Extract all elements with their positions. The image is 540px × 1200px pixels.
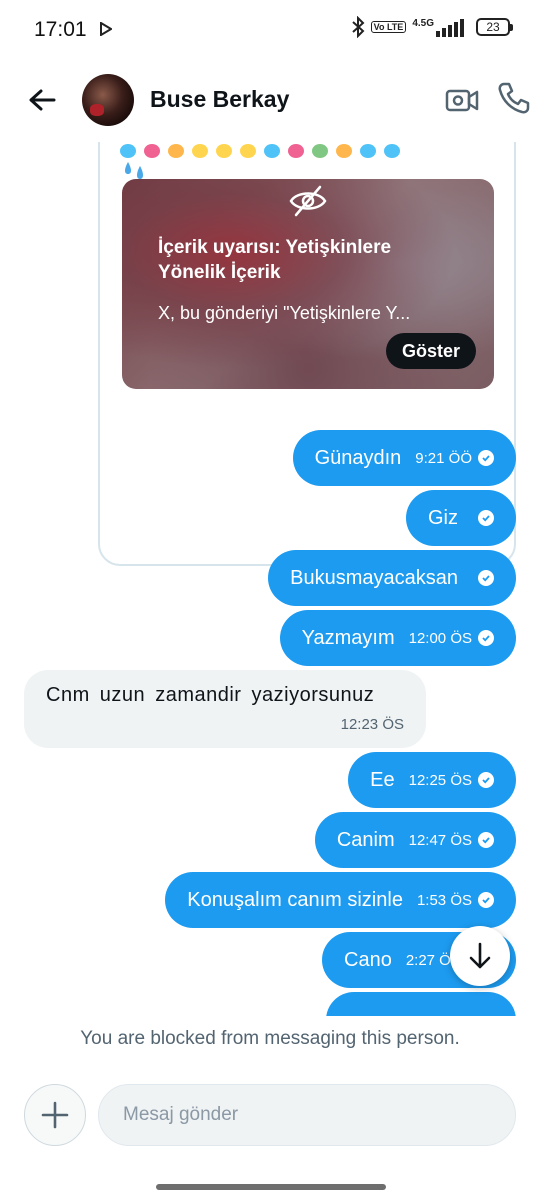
show-content-button[interactable]: Göster (385, 333, 476, 369)
add-attachment-button[interactable] (24, 1084, 86, 1146)
message-text: Canim (336, 828, 395, 851)
read-check-icon (478, 772, 494, 788)
status-icons: Vo LTE 4.5G 23 (351, 16, 513, 38)
plus-icon (41, 1101, 69, 1129)
message-text: Ee (370, 768, 395, 791)
message-time: 1:53 ÖS (416, 891, 472, 909)
message-bubble[interactable]: Canim 12:47 ÖS (314, 812, 516, 868)
volte-icon: Vo LTE (370, 21, 407, 33)
content-warning-description: X, bu gönderiyi "Yetişkinlere Y... (158, 303, 411, 323)
contact-name[interactable]: Buse Berkay (150, 86, 289, 113)
read-check-icon (478, 630, 494, 646)
message-time: 12:23 ÖS (340, 716, 404, 733)
message-text: Günaydın (314, 446, 402, 469)
message-time: 12:25 ÖS (408, 771, 472, 789)
message-time: 2:27 Ö (405, 951, 451, 969)
message-text: Cano (344, 948, 392, 971)
message-bubble[interactable]: Bukusmayacaksan (268, 550, 516, 606)
message-text: Giz (428, 506, 458, 529)
message-text: Konuşalım canım sizinle (187, 888, 403, 911)
message-list[interactable]: İçerik uyarısı: Yetişkinlere Yönelik İçe… (0, 142, 540, 1016)
status-time: 17:01 (34, 18, 87, 41)
message-composer (0, 1082, 540, 1146)
avatar[interactable] (82, 74, 134, 126)
message-time: 9:21 ÖÖ (415, 449, 472, 467)
play-store-notification-icon (100, 21, 113, 41)
back-arrow-icon (29, 89, 56, 111)
message-bubble[interactable]: Ee 12:25 ÖS (348, 752, 516, 808)
content-warning-title: İçerik uyarısı: Yetişkinlere Yönelik İçe… (158, 237, 392, 283)
arrow-down-icon (469, 942, 491, 969)
message-text: Bukusmayacaksan (290, 566, 458, 589)
eye-slash-icon (288, 183, 328, 224)
battery-icon: 23 (476, 18, 513, 36)
message-time: 12:47 ÖS (408, 831, 472, 849)
conversation-header: Buse Berkay (0, 62, 540, 142)
message-bubble[interactable]: Günaydın 9:21 ÖÖ (292, 430, 516, 486)
read-check-icon (478, 570, 494, 586)
signal-strength-icon (436, 17, 470, 37)
network-type: 4.5G (412, 17, 434, 29)
video-call-button[interactable] (444, 82, 480, 118)
phone-icon (498, 82, 530, 114)
message-bubble[interactable]: Konuşalım canım sizinle 1:53 ÖS (165, 872, 516, 928)
message-input[interactable] (98, 1084, 516, 1146)
message-bubble[interactable]: Giz (406, 490, 516, 546)
sensitive-content-overlay[interactable]: İçerik uyarısı: Yetişkinlere Yönelik İçe… (122, 179, 494, 389)
status-bar: 17:01 Vo LTE 4.5G 23 (0, 0, 540, 60)
message-text: Yazmayım (301, 626, 395, 649)
video-camera-icon (445, 89, 479, 112)
read-check-icon (478, 892, 494, 908)
home-indicator[interactable] (156, 1184, 386, 1190)
voice-call-button[interactable] (496, 80, 532, 116)
message-bubble-incoming[interactable]: Cnm uzun zamandir yaziyorsunuz 12:23 ÖS (24, 670, 426, 748)
scroll-to-bottom-button[interactable] (450, 926, 510, 986)
bluetooth-icon (351, 16, 365, 38)
read-check-icon (478, 450, 494, 466)
back-button[interactable] (24, 82, 60, 118)
message-bubble-partial[interactable] (326, 992, 516, 1016)
message-bubble[interactable]: Yazmayım 12:00 ÖS (279, 610, 516, 666)
message-time: 12:00 ÖS (408, 629, 472, 647)
message-text: Cnm uzun zamandir yaziyorsunuz (46, 684, 375, 706)
read-check-icon (478, 510, 494, 526)
blocked-notice: You are blocked from messaging this pers… (80, 1028, 460, 1049)
read-check-icon (478, 832, 494, 848)
